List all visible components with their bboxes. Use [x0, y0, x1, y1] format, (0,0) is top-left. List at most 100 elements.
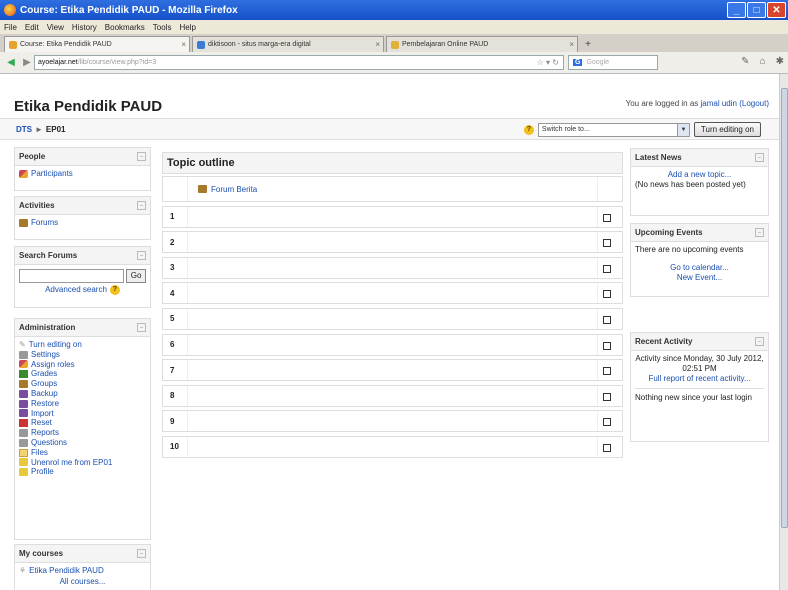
switch-role-select[interactable]: Switch role to... ▼: [537, 122, 690, 137]
admin-item-label[interactable]: Reset: [31, 418, 52, 428]
scrollbar-thumb[interactable]: [781, 88, 788, 528]
hide-block-icon[interactable]: –: [755, 153, 764, 162]
admin-item-label[interactable]: Backup: [31, 389, 58, 399]
tab-diktisoon[interactable]: diktisoon - situs marga-era digital ×: [192, 36, 384, 52]
tab-close-icon[interactable]: ×: [181, 40, 186, 49]
menu-view[interactable]: View: [47, 23, 64, 32]
forum-search-input[interactable]: [19, 269, 125, 283]
menu-edit[interactable]: Edit: [25, 23, 39, 32]
advanced-search-link[interactable]: Advanced search: [45, 285, 107, 295]
user-link[interactable]: jamal udin: [701, 99, 737, 108]
forward-arrow-icon[interactable]: ▶: [20, 56, 34, 70]
full-report-link[interactable]: Full report of recent activity...: [648, 374, 750, 383]
admin-item-label[interactable]: Reports: [31, 428, 59, 438]
url-domain: ayoelajar.net: [38, 59, 78, 66]
hide-block-icon[interactable]: –: [755, 337, 764, 346]
search-bar[interactable]: G Google: [568, 55, 658, 70]
menu-file[interactable]: File: [4, 23, 17, 32]
go-button[interactable]: Go: [126, 269, 146, 283]
admin-item-questions[interactable]: Questions: [19, 438, 146, 448]
menu-bookmarks[interactable]: Bookmarks: [105, 23, 145, 32]
forum-berita-link[interactable]: Forum Berita: [211, 185, 257, 194]
highlight-checkbox-icon[interactable]: [603, 443, 611, 452]
admin-item-import[interactable]: Import: [19, 409, 146, 419]
tab-pembelajaran[interactable]: Pembelajaran Online PAUD ×: [386, 36, 578, 52]
page-scrollbar[interactable]: [779, 74, 788, 590]
home-icon[interactable]: ⌂: [760, 56, 766, 67]
admin-item-label[interactable]: Import: [31, 409, 54, 419]
close-button[interactable]: ✕: [767, 2, 786, 18]
tab-close-icon[interactable]: ×: [375, 40, 380, 49]
course-link[interactable]: ⚘ Etika Pendidik PAUD: [19, 566, 146, 576]
highlight-checkbox-icon[interactable]: [603, 341, 611, 350]
highlight-checkbox-icon[interactable]: [603, 315, 611, 324]
forums-label[interactable]: Forums: [31, 218, 58, 228]
bookmark-star-icon[interactable]: ☆ ▾ ↻: [537, 58, 559, 67]
settings-gear-icon[interactable]: ✱: [776, 56, 784, 67]
highlight-checkbox-icon[interactable]: [603, 264, 611, 273]
topic-content: [187, 232, 598, 253]
tab-close-icon[interactable]: ×: [569, 40, 574, 49]
hide-block-icon[interactable]: –: [137, 152, 146, 161]
admin-item-label[interactable]: Settings: [31, 350, 60, 360]
add-topic-link[interactable]: Add a new topic...: [668, 170, 732, 179]
admin-item-backup[interactable]: Backup: [19, 389, 146, 399]
admin-item-settings[interactable]: Settings: [19, 350, 146, 360]
admin-item-files[interactable]: Files: [19, 448, 146, 458]
menu-history[interactable]: History: [72, 23, 97, 32]
tab-course[interactable]: Course: Etika Pendidik PAUD ×: [4, 36, 190, 52]
participants-label[interactable]: Participants: [31, 169, 73, 179]
admin-item-label[interactable]: Restore: [31, 399, 59, 409]
admin-item-label[interactable]: Assign roles: [31, 360, 75, 370]
topic-outline: Topic outline Forum Berita 1 2 3 4 5 6 7 8 9 10: [162, 152, 623, 458]
admin-item-label[interactable]: Questions: [31, 438, 67, 448]
admin-item-label[interactable]: Turn editing on: [29, 340, 82, 350]
admin-item-assign-roles[interactable]: Assign roles: [19, 360, 146, 370]
new-event-link[interactable]: New Event...: [677, 273, 722, 282]
highlight-checkbox-icon[interactable]: [603, 213, 611, 222]
admin-item-label[interactable]: Unenrol me from EP01: [31, 458, 112, 468]
activities-block-body: Forums: [15, 215, 150, 231]
breadcrumb-root[interactable]: DTS: [16, 125, 32, 134]
highlight-checkbox-icon[interactable]: [603, 239, 611, 248]
admin-item-label[interactable]: Groups: [31, 379, 57, 389]
calendar-link[interactable]: Go to calendar...: [670, 263, 729, 272]
new-tab-icon[interactable]: +: [580, 36, 596, 52]
highlight-checkbox-icon[interactable]: [603, 418, 611, 427]
admin-item-groups[interactable]: Groups: [19, 379, 146, 389]
admin-item-reports[interactable]: Reports: [19, 428, 146, 438]
hide-block-icon[interactable]: –: [137, 549, 146, 558]
forums-link[interactable]: Forums: [19, 218, 146, 228]
minimize-button[interactable]: _: [727, 2, 746, 18]
admin-item-reset[interactable]: Reset: [19, 418, 146, 428]
addon-icon[interactable]: ✎: [741, 56, 749, 67]
participants-link[interactable]: Participants: [19, 169, 146, 179]
hide-block-icon[interactable]: –: [137, 323, 146, 332]
admin-item-turn-editing[interactable]: ✎ Turn editing on: [19, 340, 146, 350]
admin-item-profile[interactable]: Profile: [19, 467, 146, 477]
maximize-button[interactable]: □: [747, 2, 766, 18]
all-courses-link[interactable]: All courses...: [60, 577, 106, 586]
hide-block-icon[interactable]: –: [137, 251, 146, 260]
logout-link[interactable]: (Logout): [739, 99, 769, 108]
admin-item-label[interactable]: Files: [31, 448, 48, 458]
menu-tools[interactable]: Tools: [153, 23, 172, 32]
help-icon[interactable]: ?: [109, 285, 120, 295]
highlight-checkbox-icon[interactable]: [603, 392, 611, 401]
admin-item-label[interactable]: Profile: [31, 467, 54, 477]
address-bar[interactable]: ayoelajar.net /lib/course/view.php?id=3 …: [34, 55, 564, 70]
admin-item-label[interactable]: Grades: [31, 369, 57, 379]
hide-block-icon[interactable]: –: [755, 228, 764, 237]
highlight-checkbox-icon[interactable]: [603, 367, 611, 376]
admin-item-restore[interactable]: Restore: [19, 399, 146, 409]
highlight-checkbox-icon[interactable]: [603, 290, 611, 299]
admin-item-grades[interactable]: Grades: [19, 369, 146, 379]
turn-editing-button[interactable]: Turn editing on: [693, 122, 761, 137]
back-arrow-icon[interactable]: ◀: [4, 56, 18, 70]
course-label[interactable]: Etika Pendidik PAUD: [29, 566, 104, 576]
my-courses-body: ⚘ Etika Pendidik PAUD All courses...: [15, 563, 150, 590]
hide-block-icon[interactable]: –: [137, 201, 146, 210]
menu-help[interactable]: Help: [179, 23, 195, 32]
help-icon[interactable]: ?: [523, 124, 534, 135]
admin-item-unenrol[interactable]: Unenrol me from EP01: [19, 458, 146, 468]
